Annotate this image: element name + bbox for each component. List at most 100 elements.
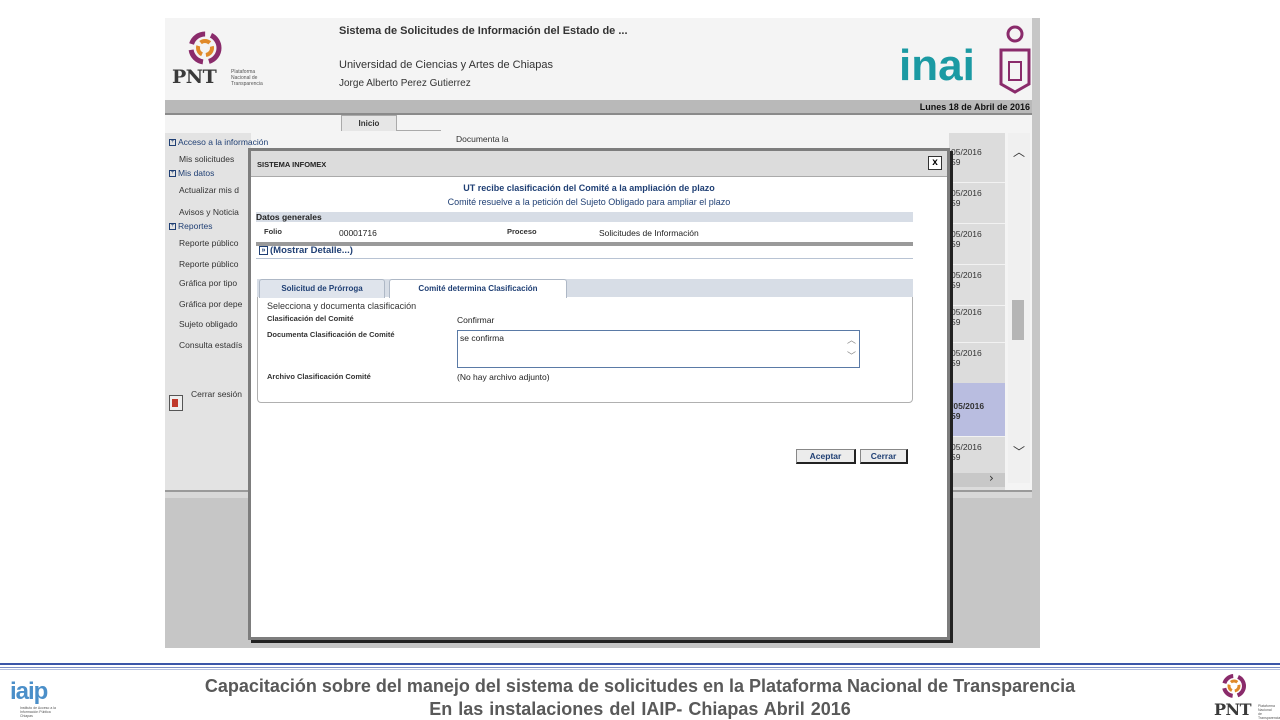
presentation-slide: PNT Plataforma Nacional de Transparencia…: [0, 0, 1280, 720]
horizontal-scrollbar[interactable]: ›: [949, 471, 1005, 487]
textarea-scroll-icon[interactable]: ︿ ﹀: [847, 333, 857, 365]
table-row[interactable]: 05/2016 59: [949, 305, 1005, 343]
mostrar-detalle-link[interactable]: » (Mostrar Detalle...): [259, 245, 353, 256]
row-date: 05/2016: [951, 270, 982, 280]
expand-icon: +: [169, 139, 176, 147]
scroll-right-icon[interactable]: ›: [989, 471, 994, 485]
clasificacion-label: Clasificación del Comité: [267, 314, 354, 323]
infomex-dialog: SISTEMA INFOMEX x UT recibe clasificació…: [248, 148, 950, 640]
footer-rule: [0, 667, 1280, 668]
inai-logo-icon: inai: [899, 25, 1031, 94]
table-row[interactable]: 05/2016 59: [949, 268, 1005, 306]
table-row[interactable]: 05/2016 59: [949, 227, 1005, 265]
detail-divider: [256, 258, 913, 259]
row-date: 05/2016: [951, 147, 982, 157]
pnt-logo-text: PNT: [172, 66, 217, 88]
sidebar-item-sujeto-obligado[interactable]: Sujeto obligado: [179, 319, 238, 329]
datos-generales-header: Datos generales: [256, 212, 913, 222]
footer-rule: [0, 669, 1280, 670]
folio-label: Folio: [264, 227, 282, 236]
row-date: 05/2016: [951, 442, 982, 452]
screenshot-frame: PNT Plataforma Nacional de Transparencia…: [165, 18, 1040, 648]
pnt-footer-logo-subtitle: Plataforma Nacional de Transparencia: [1258, 704, 1280, 720]
sidebar-section-acceso[interactable]: + Acceso a la información: [169, 137, 268, 147]
system-title: Sistema de Solicitudes de Información de…: [339, 25, 628, 37]
proceso-value: Solicitudes de Información: [599, 228, 699, 238]
tab-strip: Solicitud de Prórroga Comité determina C…: [257, 279, 913, 298]
scroll-down-icon[interactable]: ﹀: [1013, 443, 1025, 460]
logout-link[interactable]: Cerrar sesión: [191, 389, 242, 399]
date-bar: Lunes 18 de Abril de 2016: [165, 100, 1032, 115]
tab-divider: [397, 130, 441, 131]
scrollbar-thumb[interactable]: [1012, 300, 1024, 340]
sidebar-item-grafica-tipo[interactable]: Gráfica por tipo: [179, 278, 237, 288]
sidebar-item-avisos[interactable]: Avisos y Noticia: [179, 207, 239, 217]
tab-comite-clasificacion[interactable]: Comité determina Clasificación: [389, 279, 567, 298]
row-time: 59: [951, 411, 961, 421]
app-header: PNT Plataforma Nacional de Transparencia…: [165, 18, 1032, 100]
current-date: Lunes 18 de Abril de 2016: [919, 102, 1030, 112]
footer-subtitle: En las instalaciones del IAIP- Chiapas A…: [429, 699, 851, 719]
table-row[interactable]: 05/2016 59: [949, 346, 1005, 384]
sidebar-item-grafica-dependencia[interactable]: Gráfica por depe: [179, 299, 242, 309]
pnt-footer-logo-text: PNT: [1214, 700, 1252, 719]
row-date: 05/2016: [951, 307, 982, 317]
sidebar-section-label: Acceso a la información: [178, 137, 269, 147]
documenta-textarea[interactable]: se confirma ︿ ﹀: [457, 330, 860, 368]
tab-inicio[interactable]: Inicio: [341, 115, 397, 131]
sidebar-item-reporte-publico-2[interactable]: Reporte público: [179, 259, 239, 269]
table-row-selected[interactable]: /05/2016 59: [949, 383, 1005, 437]
close-icon[interactable]: x: [928, 156, 942, 170]
sidebar-item-reporte-publico-1[interactable]: Reporte público: [179, 238, 239, 248]
sidebar-item-mis-solicitudes[interactable]: Mis solicitudes: [179, 154, 234, 164]
sidebar-section-label: Mis datos: [178, 168, 215, 178]
section-divider: [256, 242, 913, 246]
sidebar: + Acceso a la información Mis solicitudes…: [165, 133, 268, 498]
row-date: 05/2016: [951, 348, 982, 358]
documenta-text: se confirma: [460, 333, 504, 343]
table-row[interactable]: 05/2016 59: [949, 145, 1005, 183]
logout-icon[interactable]: [169, 395, 183, 411]
expand-icon: +: [169, 223, 176, 231]
row-date: 05/2016: [951, 229, 982, 239]
pnt-footer-logo-icon: [1222, 674, 1246, 698]
sidebar-item-consulta[interactable]: Consulta estadís: [179, 340, 242, 350]
expand-double-chevron-icon: »: [259, 245, 268, 255]
svg-text:inai: inai: [899, 41, 975, 90]
background-table-column: 05/2016 59 05/2016 59 05/2016 59 05/2016 59 …: [949, 133, 1005, 493]
organization-name: Universidad de Ciencias y Artes de Chiap…: [339, 59, 554, 71]
row-time: 59: [951, 317, 961, 327]
proceso-label: Proceso: [507, 227, 537, 236]
cerrar-button[interactable]: Cerrar: [860, 449, 908, 464]
tab-solicitud-prorroga[interactable]: Solicitud de Prórroga: [259, 279, 385, 298]
row-time: 59: [951, 280, 961, 290]
table-row[interactable]: 05/2016 59: [949, 186, 1005, 224]
pnt-logo-subtitle: Plataforma Nacional de Transparencia: [231, 69, 263, 87]
dialog-heading: UT recibe clasificación del Comité a la …: [463, 183, 715, 193]
sidebar-section-mis-datos[interactable]: + Mis datos: [169, 168, 214, 178]
sidebar-section-reportes[interactable]: + Reportes: [169, 221, 213, 231]
folio-value: 00001716: [339, 228, 377, 238]
sidebar-item-actualizar[interactable]: Actualizar mis d: [179, 185, 239, 195]
row-time: 59: [951, 358, 961, 368]
aceptar-button[interactable]: Aceptar: [796, 449, 856, 464]
footer-rule: [0, 663, 1280, 665]
dialog-titlebar: SISTEMA INFOMEX x: [251, 151, 947, 177]
documenta-label: Documenta Clasificación de Comité: [267, 330, 395, 339]
pnt-footer-logo: PNT Plataforma Nacional de Transparencia: [1212, 672, 1280, 720]
row-time: 59: [951, 452, 961, 462]
archivo-label: Archivo Clasificación Comité: [267, 372, 371, 381]
mostrar-detalle-label: (Mostrar Detalle...): [270, 245, 353, 256]
main-tab-row: Inicio: [165, 115, 1032, 131]
scroll-up-icon[interactable]: ︿: [1013, 143, 1025, 160]
dialog-window-title: SISTEMA INFOMEX: [257, 160, 327, 169]
row-time: 59: [951, 239, 961, 249]
row-time: 59: [951, 157, 961, 167]
clasificacion-value: Confirmar: [457, 315, 495, 325]
row-date: /05/2016: [951, 401, 985, 411]
instruction-text: Selecciona y documenta clasificación: [267, 301, 417, 311]
vertical-scrollbar[interactable]: ︿ ﹀: [1008, 133, 1030, 483]
row-date: 05/2016: [951, 188, 982, 198]
dialog-subheading: Comité resuelve a la petición del Sujeto…: [447, 197, 731, 207]
user-name: Jorge Alberto Perez Gutierrez: [339, 78, 471, 89]
